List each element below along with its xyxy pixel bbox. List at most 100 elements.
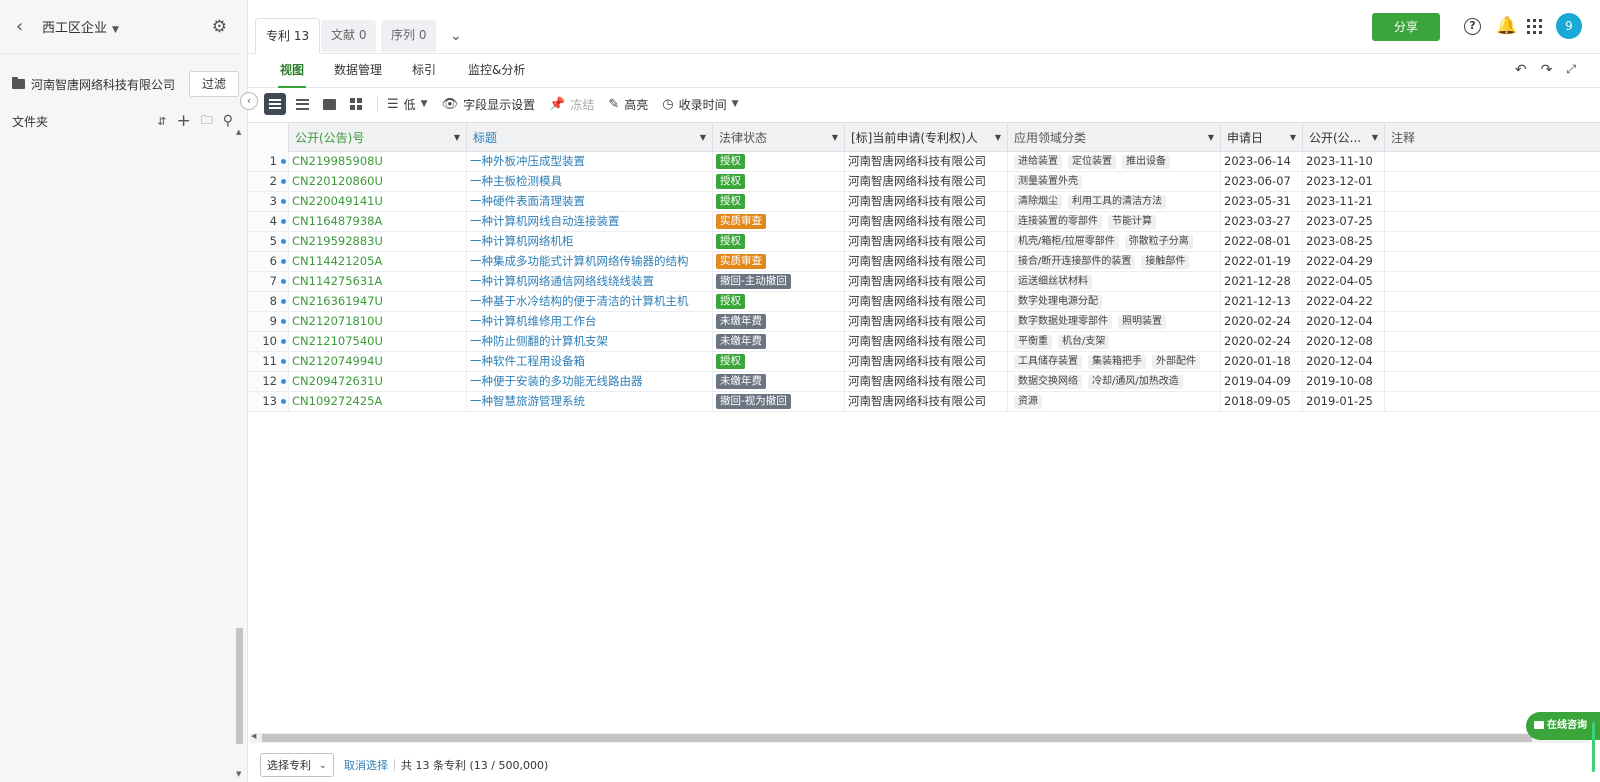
table-row[interactable]: 4 CN116487938A 一种计算机网线自动连接装置 实质审查 河南智唐网络科技有限…: [248, 212, 1600, 232]
field-tag[interactable]: 照明装置: [1118, 314, 1166, 329]
col-note-header[interactable]: 注释: [1385, 123, 1600, 152]
subtab-view[interactable]: 视图: [278, 54, 307, 88]
pub-number-link[interactable]: CN212074994U: [289, 352, 467, 371]
field-tag[interactable]: 运送细丝状材料: [1014, 274, 1092, 289]
pub-number-link[interactable]: CN109272425A: [289, 392, 467, 411]
note-cell[interactable]: [1385, 212, 1600, 231]
select-patent-dropdown[interactable]: 选择专利 ⌄: [260, 753, 334, 777]
row-index[interactable]: 5: [248, 232, 289, 251]
row-index[interactable]: 2: [248, 172, 289, 191]
table-row[interactable]: 12 CN209472631U 一种便于安装的多功能无线路由器 未缴年费 河南智唐网络科…: [248, 372, 1600, 392]
field-settings-button[interactable]: 👁 字段显示设置: [442, 96, 536, 113]
title-link[interactable]: 一种便于安装的多功能无线路由器: [467, 372, 713, 391]
tab-literature[interactable]: 文献 0: [321, 20, 377, 52]
title-link[interactable]: 一种外板冲压成型装置: [467, 152, 713, 171]
field-tag[interactable]: 平衡重: [1014, 334, 1052, 349]
title-link[interactable]: 一种计算机网络机柜: [467, 232, 713, 251]
field-tag[interactable]: 工具储存装置: [1014, 354, 1082, 369]
density-dropdown[interactable]: ☰ 低 ▼: [387, 96, 428, 113]
fullscreen-icon[interactable]: ⤢: [1566, 62, 1576, 78]
row-index[interactable]: 1: [248, 152, 289, 171]
col-legal-header[interactable]: 法律状态 ▼: [713, 123, 845, 152]
scroll-left-icon[interactable]: ◀: [251, 732, 256, 740]
title-link[interactable]: 一种计算机维修用工作台: [467, 312, 713, 331]
detail-view-button[interactable]: [291, 93, 313, 115]
table-row[interactable]: 5 CN219592883U 一种计算机网络机柜 授权 河南智唐网络科技有限公司 机壳/箱…: [248, 232, 1600, 252]
field-tag[interactable]: 数据交换网络: [1014, 374, 1082, 389]
table-row[interactable]: 8 CN216361947U 一种基于水冷结构的便于清洁的计算机主机 授权 河南智唐网络…: [248, 292, 1600, 312]
table-row[interactable]: 3 CN220049141U 一种硬件表面清理装置 授权 河南智唐网络科技有限公司 清除烟…: [248, 192, 1600, 212]
col-date1-header[interactable]: 申请日 ▼: [1221, 123, 1303, 152]
title-link[interactable]: 一种软件工程用设备箱: [467, 352, 713, 371]
note-cell[interactable]: [1385, 192, 1600, 211]
sort-down-icon[interactable]: ▼: [454, 124, 460, 152]
subtab-monitor-analysis[interactable]: 监控&分析: [468, 54, 525, 88]
folder-add-icon[interactable]: 🗀: [201, 111, 213, 132]
pub-number-link[interactable]: CN116487938A: [289, 212, 467, 231]
back-icon[interactable]: ‹: [16, 16, 30, 37]
collapse-sidebar-icon[interactable]: ‹: [240, 92, 258, 110]
note-cell[interactable]: [1385, 292, 1600, 311]
subtab-indexing[interactable]: 标引: [412, 54, 436, 88]
online-consult-button[interactable]: 在线咨询: [1526, 712, 1600, 740]
title-link[interactable]: 一种智慧旅游管理系统: [467, 392, 713, 411]
scroll-thumb[interactable]: [236, 628, 243, 744]
table-row[interactable]: 13 CN109272425A 一种智慧旅游管理系统 撤回-视为撤回 河南智唐网络科技有…: [248, 392, 1600, 412]
pub-number-link[interactable]: CN209472631U: [289, 372, 467, 391]
sort-arrows-icon[interactable]: ⇵: [157, 115, 166, 128]
note-cell[interactable]: [1385, 332, 1600, 351]
pub-number-link[interactable]: CN220120860U: [289, 172, 467, 191]
col-applicant-header[interactable]: [标]当前申请(专利权)人 ▼: [845, 123, 1008, 152]
field-tag[interactable]: 接合/断开连接部件的装置: [1014, 254, 1136, 269]
row-index[interactable]: 4: [248, 212, 289, 231]
pub-number-link[interactable]: CN219985908U: [289, 152, 467, 171]
subtab-data-management[interactable]: 数据管理: [334, 54, 382, 88]
freeze-button[interactable]: 📌 冻结: [549, 96, 594, 113]
field-tag[interactable]: 资源: [1014, 394, 1042, 409]
field-tag[interactable]: 定位装置: [1068, 154, 1116, 169]
col-field-header[interactable]: 应用领域分类 ▼: [1008, 123, 1221, 152]
field-tag[interactable]: 推出设备: [1122, 154, 1170, 169]
row-index[interactable]: 3: [248, 192, 289, 211]
search-icon[interactable]: ⚲: [223, 113, 233, 129]
title-link[interactable]: 一种计算机网线自动连接装置: [467, 212, 713, 231]
row-index[interactable]: 12: [248, 372, 289, 391]
highlight-button[interactable]: ✎ 高亮: [608, 96, 648, 113]
scroll-up-icon[interactable]: ▲: [236, 128, 241, 136]
pub-number-link[interactable]: CN216361947U: [289, 292, 467, 311]
row-index[interactable]: 10: [248, 332, 289, 351]
col-date2-header[interactable]: 公开(公... ▼: [1303, 123, 1385, 152]
note-cell[interactable]: [1385, 352, 1600, 371]
pub-number-link[interactable]: CN212071810U: [289, 312, 467, 331]
col-title-header[interactable]: 标题 ▼: [467, 123, 713, 152]
table-row[interactable]: 9 CN212071810U 一种计算机维修用工作台 未缴年费 河南智唐网络科技有限公司…: [248, 312, 1600, 332]
note-cell[interactable]: [1385, 252, 1600, 271]
workspace-selector[interactable]: 西工区企业 ▼: [42, 17, 119, 36]
tab-sequence[interactable]: 序列 0: [381, 20, 437, 52]
note-cell[interactable]: [1385, 172, 1600, 191]
scroll-down-icon[interactable]: ▼: [236, 770, 241, 778]
title-link[interactable]: 一种防止侧翻的计算机支架: [467, 332, 713, 351]
field-tag[interactable]: 冷却/通风/加热改造: [1088, 374, 1183, 389]
apps-grid-icon[interactable]: [1527, 19, 1542, 34]
row-index[interactable]: 8: [248, 292, 289, 311]
sort-dropdown[interactable]: ◷ 收录时间 ▼: [662, 96, 738, 113]
sidebar-scrollbar[interactable]: ▲ ▼: [235, 128, 244, 778]
note-cell[interactable]: [1385, 152, 1600, 171]
help-icon[interactable]: ?: [1464, 18, 1481, 35]
field-tag[interactable]: 外部配件: [1152, 354, 1200, 369]
note-cell[interactable]: [1385, 232, 1600, 251]
title-link[interactable]: 一种集成多功能式计算机网络传输器的结构: [467, 252, 713, 271]
note-cell[interactable]: [1385, 372, 1600, 391]
list-view-button[interactable]: [264, 93, 286, 115]
share-button[interactable]: 分享: [1372, 13, 1440, 41]
row-index[interactable]: 6: [248, 252, 289, 271]
field-tag[interactable]: 集装箱把手: [1088, 354, 1146, 369]
bell-icon[interactable]: 🔔: [1496, 16, 1517, 36]
field-tag[interactable]: 数字数据处理零部件: [1014, 314, 1112, 329]
table-row[interactable]: 6 CN114421205A 一种集成多功能式计算机网络传输器的结构 实质审查 河南智唐…: [248, 252, 1600, 272]
sort-down-icon[interactable]: ▼: [1290, 124, 1296, 152]
table-row[interactable]: 2 CN220120860U 一种主板检测模具 授权 河南智唐网络科技有限公司 测量装置外…: [248, 172, 1600, 192]
field-tag[interactable]: 机台/支架: [1058, 334, 1110, 349]
title-link[interactable]: 一种基于水冷结构的便于清洁的计算机主机: [467, 292, 713, 311]
